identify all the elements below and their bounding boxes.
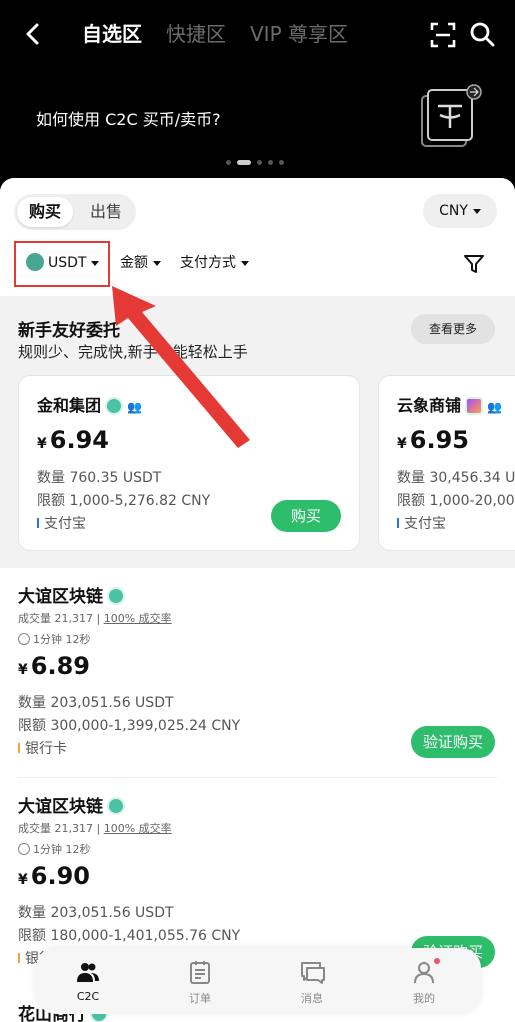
promo-subtitle: 规则少、完成快,新手也能轻松上手	[18, 343, 248, 361]
clock-icon	[18, 633, 30, 645]
usdt-icon	[26, 253, 44, 271]
release-time: 1分钟 12秒	[18, 841, 91, 857]
people-icon: 👥	[127, 399, 142, 414]
limit: 限额 300,000-1,399,025.24 CNY	[18, 718, 241, 734]
quantity: 数量 203,051.56 USDT	[18, 905, 174, 921]
verified-badge-icon	[107, 797, 125, 815]
scan-icon[interactable]	[428, 20, 458, 50]
market-sheet: 购买 出售 CNY USDT 金额 支付方式 新手友好委托 规则少、完成快,新手…	[0, 178, 515, 1022]
bottom-nav: C2C 订单 消息 我的	[36, 948, 481, 1014]
merchant-name: 云象商铺 👥	[397, 396, 502, 415]
amount-filter[interactable]: 金额	[120, 246, 161, 280]
payment-method: 银行卡	[18, 738, 67, 758]
vip-badge-icon	[465, 396, 484, 415]
chevron-down-icon	[472, 208, 481, 214]
clock-icon	[18, 843, 30, 855]
promo-card[interactable]: 云象商铺 👥 ¥6.95 数量 30,456.34 US 限额 1,000-20,…	[378, 375, 515, 551]
promo-card[interactable]: 金和集团 👥 ¥6.94 数量 760.35 USDT 限额 1,000-5,27…	[18, 375, 360, 551]
payment-filter[interactable]: 支付方式	[180, 246, 249, 280]
people-icon: 👥	[487, 399, 502, 414]
verify-buy-button[interactable]: 验证购买	[411, 726, 495, 758]
payment-method: 支付宝	[37, 513, 86, 533]
back-arrow-icon[interactable]	[20, 18, 46, 50]
merchant-stats: 成交量 21,317 | 100% 成交率	[18, 822, 172, 835]
limit: 限额 1,000-5,276.82 CNY	[37, 493, 211, 509]
nav-label: 我的	[413, 992, 435, 1005]
nav-messages[interactable]: 消息	[282, 956, 342, 1008]
nav-c2c[interactable]: C2C	[58, 956, 118, 1008]
message-icon	[301, 962, 325, 984]
filter-panel: 购买 出售 CNY USDT 金额 支付方式	[0, 178, 515, 296]
buy-sell-toggle: 购买 出售	[14, 194, 136, 230]
quantity: 数量 760.35 USDT	[37, 470, 162, 486]
release-time: 1分钟 12秒	[18, 631, 91, 647]
promo-title: 新手友好委托	[18, 321, 120, 341]
help-banner[interactable]: 如何使用 C2C 买币/卖币?	[0, 70, 515, 178]
clipboard-icon	[190, 961, 210, 984]
price: ¥6.95	[397, 426, 469, 454]
currency-dropdown[interactable]: CNY	[423, 194, 497, 228]
listing-row[interactable]: 大谊区块链 成交量 21,317 | 100% 成交率 1分钟 12秒 ¥6.8…	[0, 568, 515, 778]
tab-vip[interactable]: VIP 尊享区	[250, 20, 348, 48]
carousel-dots	[226, 160, 284, 165]
tab-favorites[interactable]: 自选区	[82, 20, 142, 48]
nav-label: C2C	[76, 990, 100, 1003]
top-header: 自选区 快捷区 VIP 尊享区	[0, 0, 515, 70]
nav-label: 消息	[301, 992, 323, 1005]
quantity: 数量 30,456.34 US	[397, 470, 515, 486]
chevron-down-icon	[153, 260, 161, 266]
search-icon[interactable]	[468, 20, 498, 50]
banner-text: 如何使用 C2C 买币/卖币?	[36, 110, 221, 129]
sell-tab[interactable]: 出售	[78, 197, 134, 227]
buy-tab[interactable]: 购买	[17, 197, 73, 227]
chevron-down-icon	[241, 260, 249, 266]
payment-filter-label: 支付方式	[180, 255, 236, 271]
notification-dot	[434, 958, 440, 964]
merchant-name: 金和集团 👥	[37, 396, 142, 415]
verified-badge-icon	[105, 396, 124, 415]
profile-icon	[414, 962, 434, 984]
chevron-down-icon	[91, 260, 100, 266]
currency-value: CNY	[439, 203, 468, 219]
nav-profile[interactable]: 我的	[394, 956, 454, 1008]
quantity: 数量 203,051.56 USDT	[18, 695, 174, 711]
asset-filter-label: USDT	[48, 255, 87, 271]
merchant-name: 大谊区块链	[18, 792, 125, 817]
app-root: 自选区 快捷区 VIP 尊享区 如何使用 C2C 买币/卖币? 购买 出售 CN…	[0, 0, 515, 1022]
price: ¥6.90	[18, 862, 90, 890]
price: ¥6.94	[37, 426, 109, 454]
limit: 限额 180,000-1,401,055.76 CNY	[18, 928, 241, 944]
buy-button[interactable]: 购买	[271, 500, 341, 532]
limit: 限额 1,000-20,000	[397, 493, 515, 509]
tether-document-icon	[421, 84, 482, 147]
view-more-button[interactable]: 查看更多	[411, 314, 495, 344]
verified-badge-icon	[107, 587, 125, 605]
asset-filter[interactable]: USDT	[26, 246, 100, 280]
tab-quick[interactable]: 快捷区	[166, 20, 226, 48]
merchant-name: 大谊区块链	[18, 582, 125, 607]
amount-filter-label: 金额	[120, 255, 148, 271]
nav-orders[interactable]: 订单	[170, 956, 230, 1008]
price: ¥6.89	[18, 652, 90, 680]
nav-label: 订单	[189, 992, 211, 1005]
payment-method: 支付宝	[397, 513, 446, 533]
merchant-stats: 成交量 21,317 | 100% 成交率	[18, 612, 172, 625]
people-icon	[77, 963, 99, 982]
filter-funnel-icon[interactable]	[463, 253, 485, 275]
